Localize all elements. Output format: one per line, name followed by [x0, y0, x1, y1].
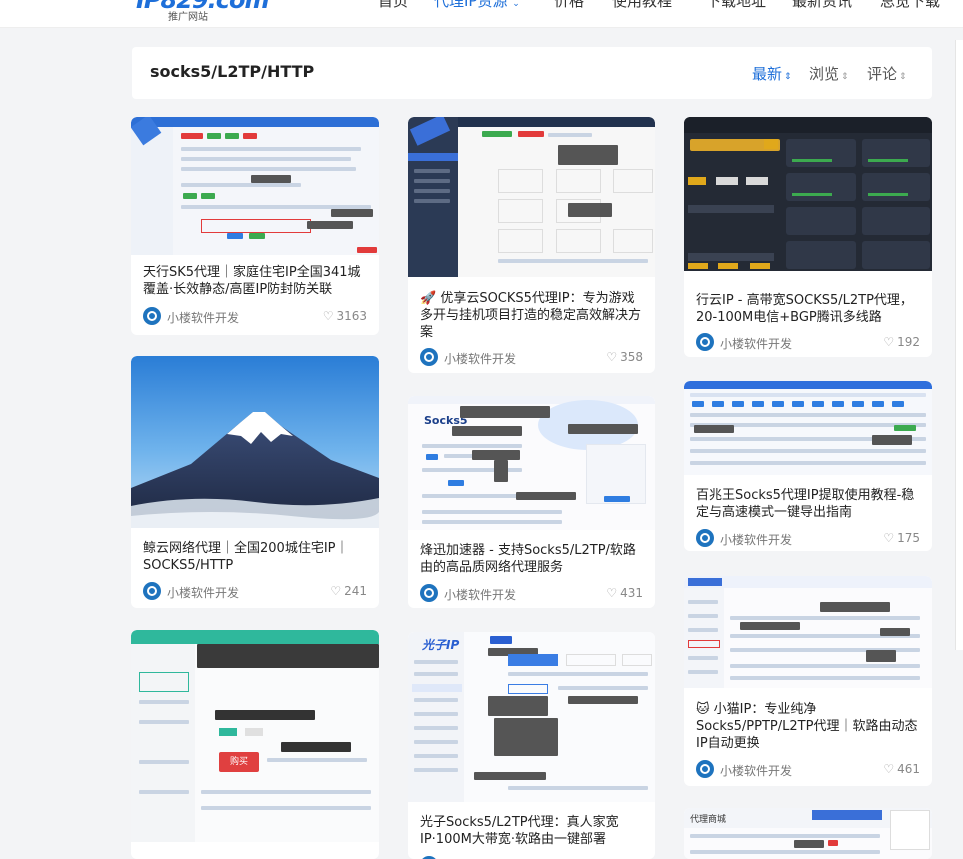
author-name[interactable]: 小楼软件开发: [167, 584, 239, 601]
nav-overview[interactable]: 总览下载: [880, 0, 940, 11]
post-thumbnail[interactable]: [684, 381, 932, 475]
post-title[interactable]: 光子Socks5/L2TP代理：真人家宽IP·100M大带宽·软路由一键部署: [420, 814, 643, 848]
nav-home[interactable]: 首页: [378, 0, 408, 11]
post-card[interactable]: 行云IP - 高带宽SOCKS5/L2TP代理，20-100M电信+BGP腾讯多…: [684, 117, 932, 357]
like-count[interactable]: ♡ 358: [606, 350, 643, 364]
author-name[interactable]: 小楼软件开发: [720, 335, 792, 352]
sort-views-button[interactable]: 浏览 ⇕: [809, 63, 849, 84]
heart-icon: ♡: [883, 531, 895, 545]
site-logo[interactable]: IP829.com 推广网站: [132, 0, 269, 26]
sort-comments-button[interactable]: 评论 ⇕: [867, 63, 907, 84]
post-thumbnail[interactable]: [684, 576, 932, 688]
author-avatar-icon[interactable]: [143, 307, 161, 325]
post-meta: 小楼软件开发 ♡ 358: [420, 348, 643, 368]
heart-icon: ♡: [883, 762, 895, 776]
logo-subtext: 推广网站: [168, 12, 208, 23]
right-scroll-panel[interactable]: [955, 40, 963, 650]
like-count-value: 461: [897, 762, 920, 776]
post-meta: 小楼软件开发 ♡ 431: [420, 584, 643, 604]
heart-icon: ♡: [606, 350, 618, 364]
like-count-value: 3163: [336, 309, 367, 323]
post-card[interactable]: 光子IP 光子Socks5/L2TP代理：真人家宽IP·100M大带宽·软路由一…: [408, 632, 655, 859]
post-card[interactable]: 天行SK5代理｜家庭住宅IP全国341城覆盖·长效静态/高匿IP防封防关联 小楼…: [131, 117, 379, 335]
post-card[interactable]: 鲸云网络代理｜全国200城住宅IP｜SOCKS5/HTTP 小楼软件开发 ♡ 24…: [131, 356, 379, 608]
sort-latest-label: 最新: [752, 65, 783, 83]
post-card[interactable]: 购买: [131, 630, 379, 859]
sort-arrows-icon: ⇕: [899, 72, 907, 82]
post-meta: 小楼软件开发 ♡ 461: [696, 760, 920, 780]
post-thumbnail[interactable]: Socks5: [408, 396, 655, 530]
post-title[interactable]: 鲸云网络代理｜全国200城住宅IP｜SOCKS5/HTTP: [143, 540, 367, 574]
post-meta: 小楼软件开发 ♡ 192: [696, 333, 920, 353]
post-card[interactable]: Socks5 烽迅加速器 - 支持Socks5/L2TP/软路由的高品质网络代理…: [408, 396, 655, 608]
like-count-value: 192: [897, 335, 920, 349]
post-card[interactable]: 百兆王Socks5代理IP提取使用教程-稳定与高速模式一键导出指南 小楼软件开发…: [684, 381, 932, 551]
sort-comments-label: 评论: [867, 65, 898, 83]
post-title[interactable]: 百兆王Socks5代理IP提取使用教程-稳定与高速模式一键导出指南: [696, 487, 920, 521]
chevron-down-icon: ⌄: [512, 0, 520, 9]
author-avatar-icon[interactable]: [696, 760, 714, 778]
post-meta: 小楼软件开发 ♡ 175: [696, 529, 920, 549]
post-title[interactable]: 🚀 优享云SOCKS5代理IP：专为游戏多开与挂机项目打造的稳定高效解决方案: [420, 290, 643, 341]
nav-proxy-resources[interactable]: 代理IP资源 ⌄: [434, 0, 520, 11]
post-title[interactable]: 烽迅加速器 - 支持Socks5/L2TP/软路由的高品质网络代理服务: [420, 542, 643, 576]
heart-icon: ♡: [883, 335, 895, 349]
nav-price[interactable]: 价格: [554, 0, 584, 11]
author-name[interactable]: 小楼软件开发: [720, 762, 792, 779]
nav-proxy-resources-label: 代理IP资源: [434, 0, 508, 10]
like-count-value: 175: [897, 531, 920, 545]
sort-latest-button[interactable]: 最新 ⇕: [752, 63, 792, 84]
heart-icon: ♡: [330, 584, 342, 598]
heart-icon: ♡: [606, 586, 618, 600]
thumb-guangzi-logo: 光子IP: [422, 638, 460, 652]
like-count[interactable]: ♡ 461: [883, 762, 920, 776]
author-avatar-icon[interactable]: [696, 529, 714, 547]
like-count-value: 431: [620, 586, 643, 600]
post-meta: 小楼软件开发 ♡ 241: [143, 582, 367, 602]
author-avatar-icon[interactable]: [420, 584, 438, 602]
heart-icon: ♡: [322, 309, 334, 323]
like-count-value: 358: [620, 350, 643, 364]
sort-arrows-icon: ⇕: [784, 72, 792, 82]
nav-tutorial[interactable]: 使用教程: [612, 0, 672, 11]
sort-views-label: 浏览: [809, 65, 840, 83]
like-count[interactable]: ♡ 431: [606, 586, 643, 600]
post-thumbnail[interactable]: 代理商城: [684, 808, 932, 859]
post-thumbnail[interactable]: [131, 117, 379, 255]
like-count[interactable]: ♡ 175: [883, 531, 920, 545]
post-card[interactable]: 代理商城: [684, 808, 932, 859]
category-header: socks5/L2TP/HTTP 最新 ⇕ 浏览 ⇕ 评论 ⇕: [132, 47, 932, 99]
like-count[interactable]: ♡ 241: [330, 584, 367, 598]
post-title[interactable]: 行云IP - 高带宽SOCKS5/L2TP代理，20-100M电信+BGP腾讯多…: [696, 292, 920, 326]
author-name[interactable]: 小楼软件开发: [444, 350, 516, 367]
post-title[interactable]: 🐱 小猫IP：专业纯净Socks5/PPTP/L2TP代理｜软路由动态IP自动更…: [696, 701, 920, 752]
author-avatar-icon[interactable]: [696, 333, 714, 351]
author-name[interactable]: 小楼软件开发: [167, 309, 239, 326]
post-thumbnail[interactable]: [408, 117, 655, 277]
category-title: socks5/L2TP/HTTP: [150, 62, 315, 81]
like-count-value: 241: [344, 584, 367, 598]
post-thumbnail[interactable]: [131, 356, 379, 528]
post-thumbnail[interactable]: [684, 117, 932, 271]
post-card[interactable]: 🚀 优享云SOCKS5代理IP：专为游戏多开与挂机项目打造的稳定高效解决方案 小…: [408, 117, 655, 373]
author-avatar-icon[interactable]: [143, 582, 161, 600]
author-name[interactable]: 小楼软件开发: [720, 531, 792, 548]
post-meta: 小楼软件开发 ♡ 3163: [143, 307, 367, 327]
nav-download[interactable]: 下载地址: [706, 0, 766, 11]
post-card[interactable]: 🐱 小猫IP：专业纯净Socks5/PPTP/L2TP代理｜软路由动态IP自动更…: [684, 576, 932, 786]
like-count[interactable]: ♡ 192: [883, 335, 920, 349]
post-thumbnail[interactable]: 光子IP: [408, 632, 655, 802]
author-avatar-icon[interactable]: [420, 348, 438, 366]
sort-arrows-icon: ⇕: [841, 72, 849, 82]
post-title[interactable]: 天行SK5代理｜家庭住宅IP全国341城覆盖·长效静态/高匿IP防封防关联: [143, 264, 367, 298]
author-name[interactable]: 小楼软件开发: [444, 586, 516, 603]
thumb-buy-button: 购买: [219, 752, 259, 772]
mountain-image: [131, 356, 379, 528]
nav-news[interactable]: 最新资讯: [792, 0, 852, 11]
like-count[interactable]: ♡ 3163: [323, 309, 367, 323]
post-thumbnail[interactable]: 购买: [131, 630, 379, 842]
thumb-daili-text: 代理商城: [690, 815, 727, 825]
top-navbar: IP829.com 推广网站 首页 代理IP资源 ⌄ 价格 使用教程 下载地址 …: [0, 0, 963, 28]
